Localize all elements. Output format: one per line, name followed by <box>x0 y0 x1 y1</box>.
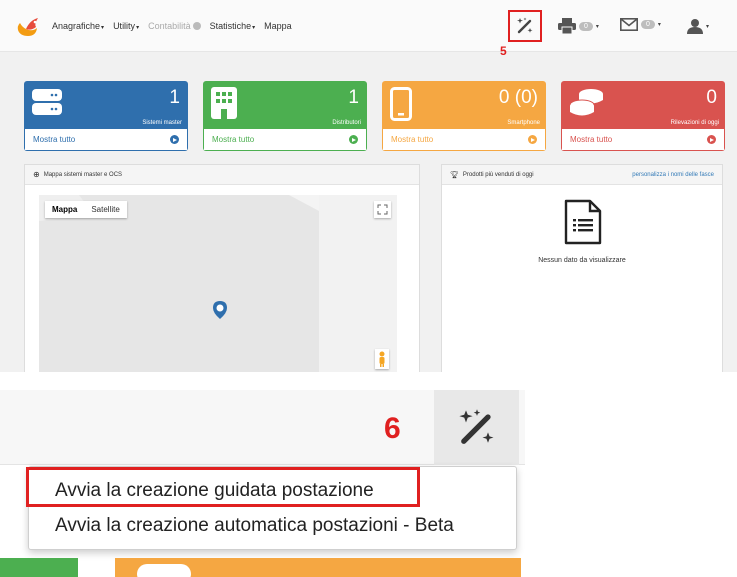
map-panel-header: ⊕ Mappa sistemi master e OCS <box>25 165 419 185</box>
magic-wand-button-highlighted[interactable] <box>508 10 542 42</box>
tile-distributori-edge <box>0 558 78 577</box>
chevron-down-icon: ▾ <box>595 23 599 30</box>
mail-menu[interactable]: 0 ▾ <box>620 18 661 31</box>
nav-utility-label: Utility <box>113 21 136 31</box>
tile-count: 1 <box>348 87 359 108</box>
arrow-right-circle-icon <box>170 135 179 144</box>
tile-distributori: 1 Distributori Mostra tutto <box>203 81 367 151</box>
chevron-down-icon: ▾ <box>136 25 140 31</box>
printer-icon <box>558 18 576 34</box>
tile-smartphone-edge <box>115 558 521 577</box>
nav-utility[interactable]: Utility▾ <box>113 21 139 31</box>
server-icon <box>32 89 62 115</box>
arrow-right-circle-icon <box>349 135 358 144</box>
magic-wand-button-zoomed[interactable] <box>434 390 519 465</box>
tile-footer-link[interactable]: Mostra tutto <box>203 129 367 151</box>
nav-mappa[interactable]: Mappa <box>264 21 292 31</box>
map-panel-title: Mappa sistemi master e OCS <box>43 171 123 178</box>
map-panel: ⊕ Mappa sistemi master e OCS Mappa Satel… <box>24 164 420 372</box>
products-panel-header: 🏆︎ Prodotti più venduti di oggi personal… <box>442 165 722 185</box>
pegman-icon <box>379 351 385 367</box>
smartphone-icon <box>390 87 412 121</box>
envelope-icon <box>620 18 638 31</box>
logo-icon[interactable] <box>14 14 42 38</box>
nav-menu: Anagrafiche▾ Utility▾ Contabilità Statis… <box>52 21 301 31</box>
tile-header: 1 Distributori <box>203 81 367 129</box>
tile-footer-link[interactable]: Mostra tutto <box>24 129 188 151</box>
tile-footer-link[interactable]: Mostra tutto <box>561 129 725 151</box>
nav-anagrafiche-label: Anagrafiche <box>52 21 101 31</box>
fullscreen-button[interactable] <box>374 201 391 218</box>
tile-footer-label: Mostra tutto <box>570 135 613 144</box>
coins-icon <box>569 89 603 116</box>
tile-label: Sistemi master <box>142 120 182 126</box>
map-tab-satellite[interactable]: Satellite <box>84 201 126 218</box>
nav-contabilita: Contabilità <box>148 21 201 31</box>
navbar: Anagrafiche▾ Utility▾ Contabilità Statis… <box>0 0 737 58</box>
wand-dropdown-menu: Avvia la creazione guidata postazione Av… <box>26 466 517 550</box>
info-icon <box>192 22 201 30</box>
user-menu[interactable]: ▾ <box>687 18 709 34</box>
tile-rilevazioni: 0 Rilevazioni di oggi Mostra tutto <box>561 81 725 151</box>
nav-statistiche[interactable]: Statistiche▾ <box>210 21 256 31</box>
chevron-down-icon: ▾ <box>101 25 105 31</box>
map-tab-mappa[interactable]: Mappa <box>45 201 84 218</box>
nav-contabilita-label: Contabilità <box>148 21 191 31</box>
nav-mappa-label: Mappa <box>264 21 292 31</box>
products-panel-title: Prodotti più venduti di oggi <box>462 171 534 178</box>
tile-header: 0 (0) Smartphone <box>382 81 546 129</box>
trophy-icon: 🏆︎ <box>450 171 459 179</box>
globe-icon: ⊕ <box>33 170 40 179</box>
chevron-down-icon: ▾ <box>706 23 710 30</box>
nav-statistiche-label: Statistiche <box>209 21 252 31</box>
products-panel: 🏆︎ Prodotti più venduti di oggi personal… <box>441 164 723 372</box>
tile-header: 0 Rilevazioni di oggi <box>561 81 725 129</box>
step-callout-5: 5 <box>500 44 507 58</box>
nav-anagrafiche[interactable]: Anagrafiche▾ <box>52 21 104 31</box>
tile-footer-label: Mostra tutto <box>212 135 255 144</box>
top-screenshot: Anagrafiche▾ Utility▾ Contabilità Statis… <box>0 0 737 372</box>
tile-sistemi-master: 1 Sistemi master Mostra tutto <box>24 81 188 151</box>
chevron-down-icon: ▾ <box>657 22 661 28</box>
building-icon <box>211 87 237 119</box>
tile-count: 0 (0) <box>498 87 538 108</box>
tile-label: Rilevazioni di oggi <box>670 120 719 126</box>
street-view-button[interactable] <box>375 349 389 369</box>
menu-item-guided-workstation[interactable]: Avvia la creazione guidata postazione <box>55 480 374 502</box>
document-icon <box>564 199 602 245</box>
tile-count: 0 <box>706 87 717 108</box>
printer-menu[interactable]: 0 ▾ <box>558 18 599 34</box>
tile-footer-link[interactable]: Mostra tutto <box>382 129 546 151</box>
menu-item-auto-workstations-beta[interactable]: Avvia la creazione automatica postazioni… <box>55 515 454 537</box>
google-map[interactable]: Mappa Satellite <box>39 195 397 372</box>
tile-label: Smartphone <box>507 120 540 126</box>
map-type-control: Mappa Satellite <box>45 201 127 218</box>
tile-count: 1 <box>169 87 180 108</box>
map-marker-icon[interactable] <box>213 301 227 319</box>
mail-count-badge: 0 <box>641 20 655 29</box>
bottom-screenshot: 6 Avvia la creazione guidata postazione … <box>0 390 737 577</box>
tile-icon-edge <box>137 564 191 577</box>
printer-count-badge: 0 <box>579 21 593 31</box>
tile-smartphone: 0 (0) Smartphone Mostra tutto <box>382 81 546 151</box>
tile-footer-label: Mostra tutto <box>33 135 76 144</box>
empty-state-message: Nessun dato da visualizzare <box>538 257 626 264</box>
user-icon <box>687 19 703 34</box>
tile-header: 1 Sistemi master <box>24 81 188 129</box>
customize-bands-link[interactable]: personalizza i nomi delle fasce <box>632 172 714 178</box>
magic-wand-icon <box>517 17 533 34</box>
arrow-right-circle-icon <box>707 135 716 144</box>
chevron-down-icon: ▾ <box>252 25 256 31</box>
step-callout-6: 6 <box>384 412 401 445</box>
fullscreen-icon <box>377 204 388 215</box>
arrow-right-circle-icon <box>528 135 537 144</box>
map-background <box>39 195 397 372</box>
tile-footer-label: Mostra tutto <box>391 135 434 144</box>
magic-wand-icon <box>458 408 493 444</box>
tile-label: Distributori <box>332 120 361 126</box>
